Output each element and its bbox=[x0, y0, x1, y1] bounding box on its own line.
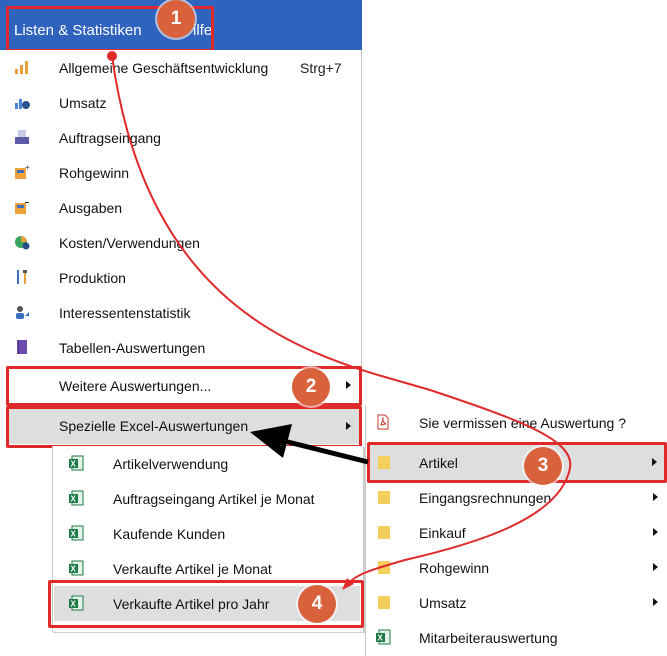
annotation-black-arrow bbox=[283, 438, 369, 465]
annotation-overlay bbox=[107, 51, 572, 590]
step-badge-4: 4 bbox=[298, 585, 336, 623]
step-badge-2: 2 bbox=[292, 368, 330, 406]
annotation-red-dot bbox=[107, 51, 117, 61]
annotation-red-path bbox=[111, 55, 572, 585]
step-badge-3: 3 bbox=[524, 447, 562, 485]
step-badge-1: 1 bbox=[157, 0, 195, 38]
annotation-black-arrowhead bbox=[250, 424, 292, 458]
